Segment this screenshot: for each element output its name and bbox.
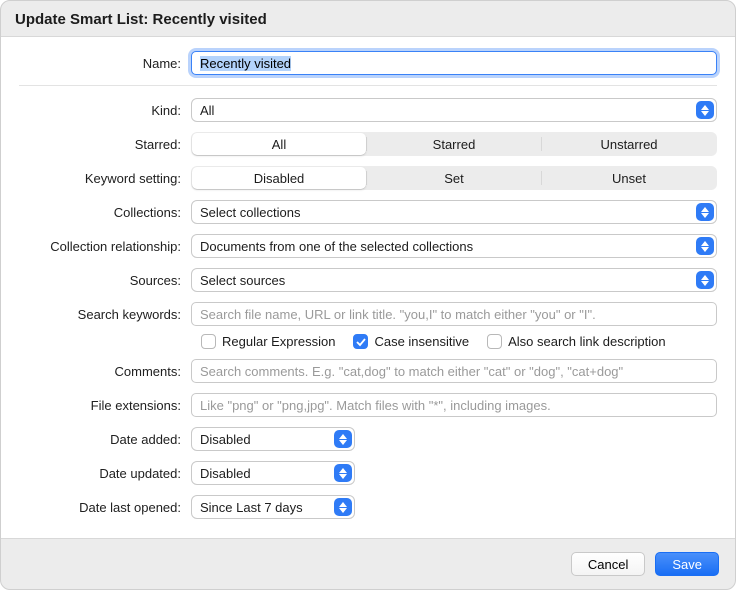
label-file-extensions: File extensions: bbox=[19, 398, 191, 413]
label-date-added: Date added: bbox=[19, 432, 191, 447]
chevron-up-down-icon bbox=[696, 237, 714, 255]
checkbox-box bbox=[353, 334, 368, 349]
label-comments: Comments: bbox=[19, 364, 191, 379]
starred-segmented[interactable]: All Starred Unstarred bbox=[191, 132, 717, 156]
seg-kw-set: Set bbox=[367, 167, 541, 189]
seg-starred-unstarred: Unstarred bbox=[542, 133, 716, 155]
save-button[interactable]: Save bbox=[655, 552, 719, 576]
seg-kw-unset: Unset bbox=[542, 167, 716, 189]
seg-starred-starred: Starred bbox=[367, 133, 541, 155]
sources-popup[interactable]: Select sources bbox=[191, 268, 717, 292]
collections-value: Select collections bbox=[200, 205, 300, 220]
checkbox-linkdesc-label: Also search link description bbox=[508, 334, 666, 349]
label-starred: Starred: bbox=[19, 137, 191, 152]
checkbox-case-insensitive[interactable]: Case insensitive bbox=[353, 334, 469, 349]
chevron-up-down-icon bbox=[334, 498, 352, 516]
sources-value: Select sources bbox=[200, 273, 285, 288]
dialog-body: Name: Kind: All Starred: bbox=[1, 36, 735, 539]
search-keywords-input[interactable] bbox=[191, 302, 717, 326]
chevron-up-down-icon bbox=[696, 101, 714, 119]
kind-popup[interactable]: All bbox=[191, 98, 717, 122]
checkbox-regex[interactable]: Regular Expression bbox=[201, 334, 335, 349]
seg-starred-all: All bbox=[192, 133, 366, 155]
label-sources: Sources: bbox=[19, 273, 191, 288]
chevron-up-down-icon bbox=[696, 271, 714, 289]
cancel-button[interactable]: Cancel bbox=[571, 552, 645, 576]
date-last-opened-popup[interactable]: Since Last 7 days bbox=[191, 495, 355, 519]
file-extensions-input[interactable] bbox=[191, 393, 717, 417]
label-date-last-opened: Date last opened: bbox=[19, 500, 191, 515]
date-last-opened-value: Since Last 7 days bbox=[200, 500, 303, 515]
collection-relationship-popup[interactable]: Documents from one of the selected colle… bbox=[191, 234, 717, 258]
date-updated-value: Disabled bbox=[200, 466, 251, 481]
date-added-popup[interactable]: Disabled bbox=[191, 427, 355, 451]
name-input[interactable] bbox=[191, 51, 717, 75]
date-added-value: Disabled bbox=[200, 432, 251, 447]
label-date-updated: Date updated: bbox=[19, 466, 191, 481]
label-search-keywords: Search keywords: bbox=[19, 307, 191, 322]
label-keyword-setting: Keyword setting: bbox=[19, 171, 191, 186]
label-collection-relationship: Collection relationship: bbox=[19, 239, 191, 254]
dialog-window: Update Smart List: Recently visited Name… bbox=[0, 0, 736, 590]
label-kind: Kind: bbox=[19, 103, 191, 118]
chevron-up-down-icon bbox=[696, 203, 714, 221]
section-divider bbox=[19, 85, 717, 86]
collection-relationship-value: Documents from one of the selected colle… bbox=[200, 239, 473, 254]
checkbox-regex-label: Regular Expression bbox=[222, 334, 335, 349]
checkbox-link-desc[interactable]: Also search link description bbox=[487, 334, 666, 349]
date-updated-popup[interactable]: Disabled bbox=[191, 461, 355, 485]
dialog-title: Update Smart List: Recently visited bbox=[1, 1, 735, 36]
chevron-up-down-icon bbox=[334, 464, 352, 482]
kind-value: All bbox=[200, 103, 214, 118]
comments-input[interactable] bbox=[191, 359, 717, 383]
checkbox-box bbox=[487, 334, 502, 349]
collections-popup[interactable]: Select collections bbox=[191, 200, 717, 224]
label-name: Name: bbox=[19, 56, 191, 71]
checkbox-case-label: Case insensitive bbox=[374, 334, 469, 349]
dialog-footer: Cancel Save bbox=[1, 539, 735, 589]
chevron-up-down-icon bbox=[334, 430, 352, 448]
label-collections: Collections: bbox=[19, 205, 191, 220]
checkbox-box bbox=[201, 334, 216, 349]
keyword-segmented[interactable]: Disabled Set Unset bbox=[191, 166, 717, 190]
seg-kw-disabled: Disabled bbox=[192, 167, 366, 189]
